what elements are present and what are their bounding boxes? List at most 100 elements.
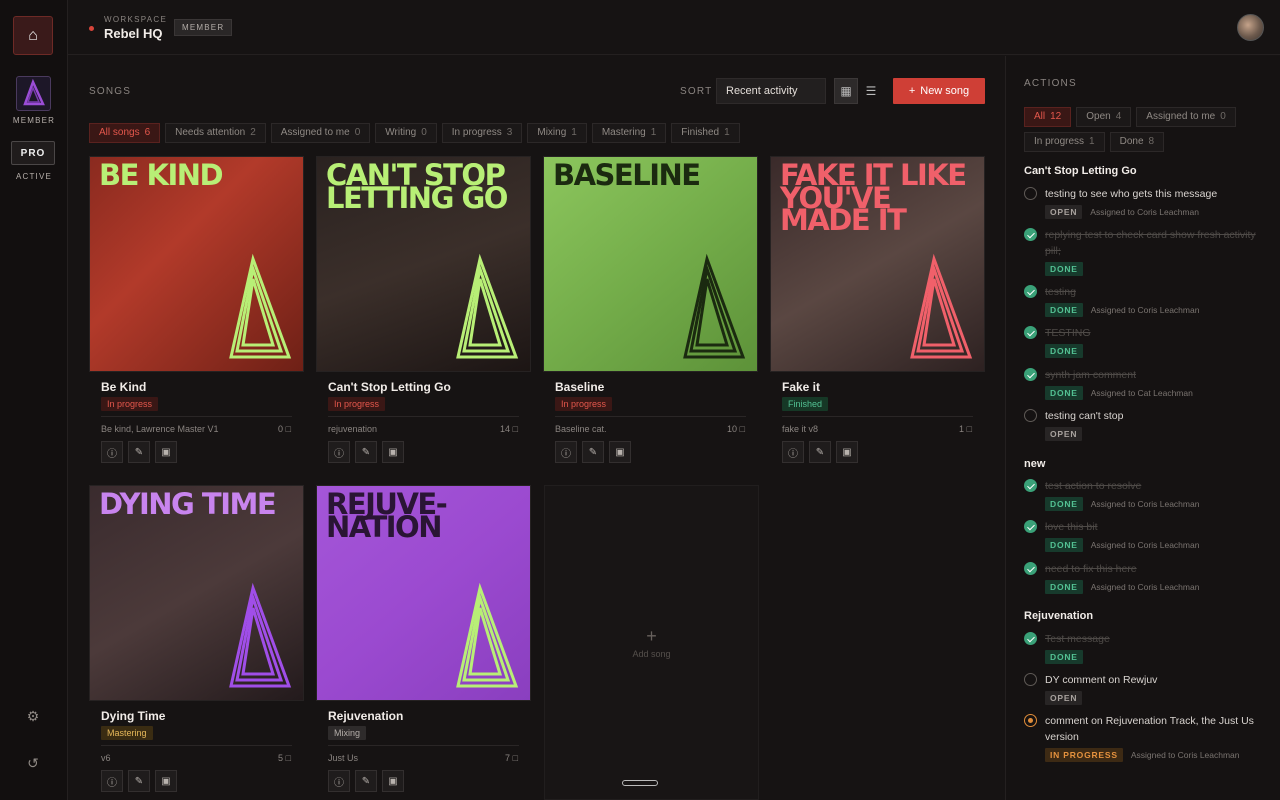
list-view-button[interactable]: ☰ <box>859 78 883 104</box>
edit-button[interactable]: ✎ <box>355 441 377 463</box>
home-icon: ⌂ <box>28 26 38 44</box>
song-title[interactable]: Fake it <box>782 380 820 394</box>
image-button[interactable]: ▣ <box>836 441 858 463</box>
filter-chip[interactable]: Assigned to me 0 <box>270 123 371 143</box>
assignee: Assigned to Coris Leachman <box>1090 540 1200 550</box>
song-title[interactable]: Rejuvenation <box>328 709 403 723</box>
song-card-be-kind[interactable]: BE KIND Be Kind In progress Be kind, Law… <box>89 156 304 463</box>
status-badge: DONE <box>1045 262 1083 276</box>
action-filter-chip[interactable]: Assigned to me 0 <box>1136 107 1236 127</box>
image-button[interactable]: ▣ <box>155 441 177 463</box>
history-button[interactable]: ↺ <box>22 752 44 774</box>
edit-button[interactable]: ✎ <box>809 441 831 463</box>
song-artwork[interactable]: REJUVE- NATION <box>317 486 530 700</box>
action-filter-chip[interactable]: All 12 <box>1024 107 1072 127</box>
song-artwork[interactable]: BE KIND <box>90 157 303 371</box>
done-checkbox[interactable] <box>1024 326 1037 339</box>
add-song-label: Add song <box>632 649 671 659</box>
filter-chip[interactable]: Writing 0 <box>375 123 437 143</box>
info-button[interactable]: ⓘ <box>782 441 804 463</box>
song-artwork[interactable]: BASELINE <box>544 157 757 371</box>
info-button[interactable]: ⓘ <box>328 770 350 792</box>
done-checkbox[interactable] <box>1024 562 1037 575</box>
done-checkbox[interactable] <box>1024 285 1037 298</box>
done-checkbox[interactable] <box>1024 368 1037 381</box>
add-song-card[interactable]: + Add song <box>544 485 759 800</box>
status-badge: OPEN <box>1045 427 1083 441</box>
info-button[interactable]: ⓘ <box>101 441 123 463</box>
open-checkbox[interactable] <box>1024 187 1037 200</box>
org-logo[interactable] <box>16 76 51 111</box>
done-checkbox[interactable] <box>1024 632 1037 645</box>
edit-button[interactable]: ✎ <box>128 770 150 792</box>
version-name: fake it v8 <box>782 424 819 434</box>
song-title[interactable]: Can't Stop Letting Go <box>328 380 451 394</box>
open-checkbox[interactable] <box>1024 673 1037 686</box>
song-card-fake-it[interactable]: FAKE IT LIKE YOU'VE MADE IT Fake it Fini… <box>770 156 985 463</box>
song-title[interactable]: Baseline <box>555 380 604 394</box>
action-filter-chip[interactable]: In progress 1 <box>1024 132 1105 152</box>
sort-select[interactable]: Recent activity <box>716 78 826 104</box>
workspace-status-dot <box>89 26 94 31</box>
songs-panel: SONGS SORT Recent activity ▦ ☰ + New song… <box>68 56 1005 800</box>
info-button[interactable]: ⓘ <box>555 441 577 463</box>
image-button[interactable]: ▣ <box>382 770 404 792</box>
action-text: testing can't stop <box>1045 410 1124 422</box>
song-card-dying-time[interactable]: DYING TIME Dying Time Mastering v6 5 □ ⓘ… <box>89 485 304 792</box>
comment-count-value: 14 <box>500 424 511 434</box>
image-button[interactable]: ▣ <box>609 441 631 463</box>
pro-badge[interactable]: PRO <box>11 141 55 165</box>
song-artwork[interactable]: DYING TIME <box>90 486 303 700</box>
song-card-baseline[interactable]: BASELINE Baseline In progress Baseline c… <box>543 156 758 463</box>
user-avatar[interactable] <box>1237 14 1264 41</box>
divider <box>555 416 746 417</box>
status-badge: OPEN <box>1045 205 1083 219</box>
filter-chip[interactable]: Finished 1 <box>671 123 740 143</box>
info-button[interactable]: ⓘ <box>328 441 350 463</box>
action-filter-chip[interactable]: Done 8 <box>1109 132 1165 152</box>
scroll-handle[interactable] <box>622 780 658 786</box>
action-filter-chip[interactable]: Open 4 <box>1076 107 1132 127</box>
edit-button[interactable]: ✎ <box>582 441 604 463</box>
done-checkbox[interactable] <box>1024 228 1037 241</box>
filter-chip[interactable]: Mastering 1 <box>591 123 667 143</box>
open-checkbox[interactable] <box>1024 409 1037 422</box>
action-filters: All 12 Open 4 Assigned to me 0 In progress 1… <box>1024 107 1269 152</box>
status-badge: DONE <box>1045 538 1083 552</box>
song-artwork[interactable]: FAKE IT LIKE YOU'VE MADE IT <box>771 157 984 371</box>
info-icon: ⓘ <box>107 777 117 789</box>
done-checkbox[interactable] <box>1024 520 1037 533</box>
filter-chip[interactable]: Mixing 1 <box>527 123 587 143</box>
left-rail: ⌂ MEMBER PRO ACTIVE ⚙ ↺ <box>0 0 68 800</box>
image-button[interactable]: ▣ <box>382 441 404 463</box>
edit-button[interactable]: ✎ <box>128 441 150 463</box>
comment-count: 7 □ <box>505 753 518 763</box>
song-card-cant-stop-letting-go[interactable]: CAN'T STOP LETTING GO Can't Stop Letting… <box>316 156 531 463</box>
info-button[interactable]: ⓘ <box>101 770 123 792</box>
filter-chip[interactable]: Needs attention 2 <box>165 123 266 143</box>
song-filters: All songs 6 Needs attention 2 Assigned to … <box>89 123 740 143</box>
filter-chip[interactable]: All songs 6 <box>89 123 161 143</box>
new-song-button[interactable]: + New song <box>893 78 985 104</box>
image-icon: ▣ <box>161 775 171 787</box>
comment-icon: □ <box>512 753 518 763</box>
grid-view-button[interactable]: ▦ <box>834 78 858 104</box>
home-button[interactable]: ⌂ <box>13 16 53 55</box>
in-progress-checkbox[interactable] <box>1024 714 1037 727</box>
workspace-name[interactable]: Rebel HQ <box>104 26 163 41</box>
image-icon: ▣ <box>842 446 852 458</box>
filter-count: 1 <box>571 127 577 138</box>
image-button[interactable]: ▣ <box>155 770 177 792</box>
song-title[interactable]: Be Kind <box>101 380 146 394</box>
info-icon: ⓘ <box>334 777 344 789</box>
edit-button[interactable]: ✎ <box>355 770 377 792</box>
song-card-rejuvenation[interactable]: REJUVE- NATION Rejuvenation Mixing Just … <box>316 485 531 792</box>
song-title[interactable]: Dying Time <box>101 709 165 723</box>
settings-button[interactable]: ⚙ <box>22 705 44 727</box>
done-checkbox[interactable] <box>1024 479 1037 492</box>
filter-chip[interactable]: In progress 3 <box>441 123 523 143</box>
status-badge: DONE <box>1045 650 1083 664</box>
song-artwork[interactable]: CAN'T STOP LETTING GO <box>317 157 530 371</box>
action-text: love this bit <box>1045 521 1098 533</box>
comment-count-value: 5 <box>278 753 284 763</box>
